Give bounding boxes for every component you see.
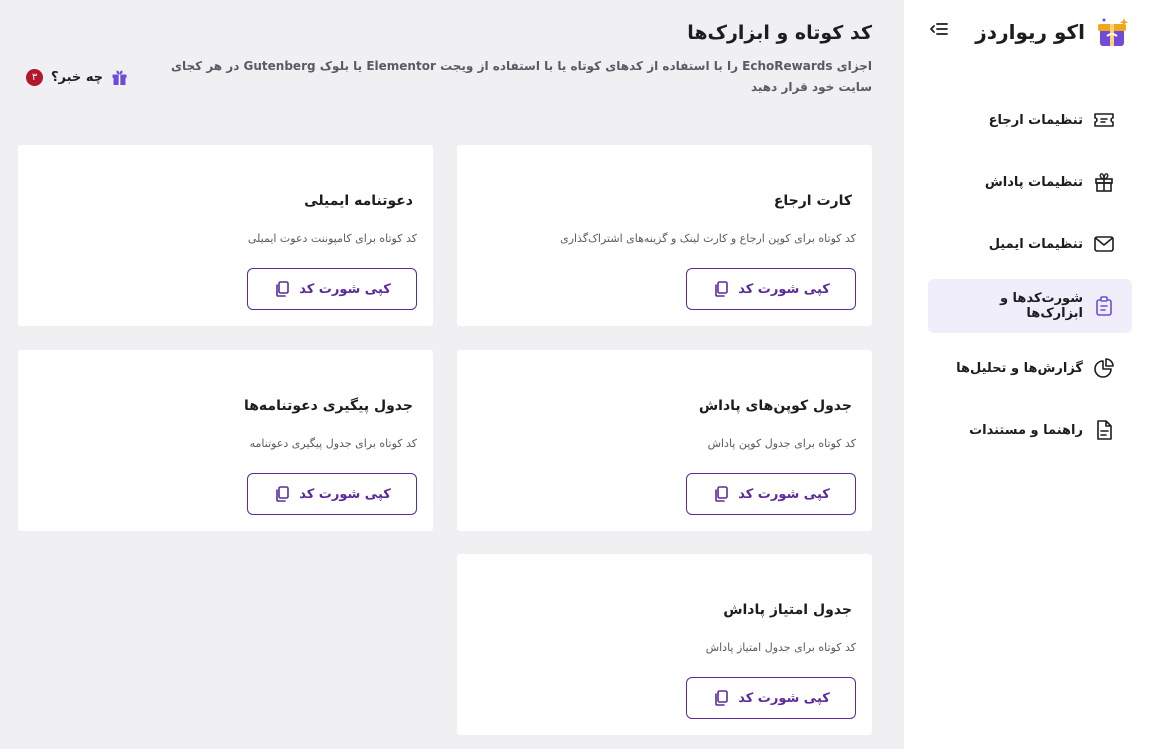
sidebar-item-label: گزارش‌ها و تحلیل‌ها	[956, 360, 1083, 376]
copy-shortcode-button[interactable]: کپی شورت کد	[686, 677, 856, 719]
card-title: جدول امتیاز پاداش	[723, 602, 852, 618]
whats-new-label: چه خبر؟	[51, 70, 104, 85]
notification-count-badge: ۳	[26, 69, 43, 86]
sidebar-item-reports-analytics[interactable]: گزارش‌ها و تحلیل‌ها	[928, 341, 1132, 395]
copy-button-label: کپی شورت کد	[299, 486, 391, 502]
sidebar: اکو ریواردز تنظیمات ارجاع تنظیمات پاداش	[904, 0, 1151, 749]
mail-icon	[1094, 236, 1114, 252]
shortcode-card-reward-coupons-table: جدول کوپن‌های پاداش کد کوتاه برای جدول ک…	[457, 350, 872, 531]
collapse-sidebar-icon[interactable]	[928, 18, 950, 40]
sidebar-item-label: تنظیمات ارجاع	[988, 112, 1083, 128]
sidebar-item-label: شورت‌کدها و ابزارک‌ها	[999, 291, 1083, 321]
shortcode-card-email-invitation: دعوتنامه ایمیلی کد کوتاه برای کامپوننت د…	[18, 145, 433, 326]
whats-new-button[interactable]: ۳ چه خبر؟	[26, 69, 128, 86]
shortcode-card-reward-points-table: جدول امتیاز پاداش کد کوتاه برای جدول امت…	[457, 554, 872, 735]
copy-button-label: کپی شورت کد	[738, 486, 830, 502]
card-description: کد کوتاه برای جدول کوپن پاداش	[707, 437, 856, 450]
page-title: کد کوتاه و ابزارک‌ها	[687, 22, 872, 44]
card-title: جدول پیگیری دعوتنامه‌ها	[243, 398, 413, 414]
page-description: اجزای EchoRewards را با استفاده از کدهای…	[171, 59, 872, 94]
card-description: کد کوتاه برای کوپن ارجاع و کارت لینک و گ…	[560, 232, 856, 245]
copy-shortcode-button[interactable]: کپی شورت کد	[247, 268, 417, 310]
clipboard-icon	[1096, 296, 1112, 316]
brand[interactable]: اکو ریواردز	[975, 14, 1131, 50]
sidebar-item-shortcodes-widgets[interactable]: شورت‌کدها و ابزارک‌ها	[928, 279, 1132, 333]
copy-icon	[715, 486, 728, 502]
copy-shortcode-button[interactable]: کپی شورت کد	[686, 473, 856, 515]
card-title: کارت ارجاع	[773, 193, 852, 209]
copy-shortcode-button[interactable]: کپی شورت کد	[247, 473, 417, 515]
copy-icon	[276, 486, 289, 502]
sidebar-nav: تنظیمات ارجاع تنظیمات پاداش تنظیمات ایمی…	[928, 93, 1132, 465]
ticket-icon	[1094, 113, 1114, 127]
sidebar-item-reward-settings[interactable]: تنظیمات پاداش	[928, 155, 1132, 209]
card-description: کد کوتاه برای جدول امتیاز پاداش	[705, 641, 856, 654]
gift-icon	[1095, 173, 1113, 192]
sidebar-item-label: تنظیمات ایمیل	[988, 236, 1083, 252]
brand-name: اکو ریواردز	[975, 20, 1085, 44]
card-title: جدول کوپن‌های پاداش	[698, 398, 852, 414]
sidebar-item-referral-settings[interactable]: تنظیمات ارجاع	[928, 93, 1132, 147]
sidebar-item-label: راهنما و مستندات	[969, 422, 1083, 438]
sidebar-item-label: تنظیمات پاداش	[984, 174, 1083, 190]
copy-button-label: کپی شورت کد	[738, 281, 830, 297]
main-content: کد کوتاه و ابزارک‌ها اجزای EchoRewards ر…	[0, 0, 904, 749]
gift-icon	[112, 70, 127, 85]
card-title: دعوتنامه ایمیلی	[304, 193, 413, 209]
copy-icon	[715, 281, 728, 297]
copy-icon	[715, 690, 728, 706]
copy-shortcode-button[interactable]: کپی شورت کد	[686, 268, 856, 310]
shortcode-card-referral-card: کارت ارجاع کد کوتاه برای کوپن ارجاع و کا…	[457, 145, 872, 326]
shortcode-card-invitation-tracking-table: جدول پیگیری دعوتنامه‌ها کد کوتاه برای جد…	[18, 350, 433, 531]
card-description: کد کوتاه برای کامپوننت دعوت ایمیلی	[247, 232, 417, 245]
copy-button-label: کپی شورت کد	[299, 281, 391, 297]
copy-button-label: کپی شورت کد	[738, 690, 830, 706]
card-description: کد کوتاه برای جدول پیگیری دعوتنامه	[249, 437, 417, 450]
copy-icon	[276, 281, 289, 297]
pie-chart-icon	[1094, 358, 1114, 378]
sidebar-item-help-docs[interactable]: راهنما و مستندات	[928, 403, 1132, 457]
echo-rewards-logo-icon	[1098, 18, 1129, 46]
sidebar-item-email-settings[interactable]: تنظیمات ایمیل	[928, 217, 1132, 271]
document-icon	[1097, 420, 1112, 440]
